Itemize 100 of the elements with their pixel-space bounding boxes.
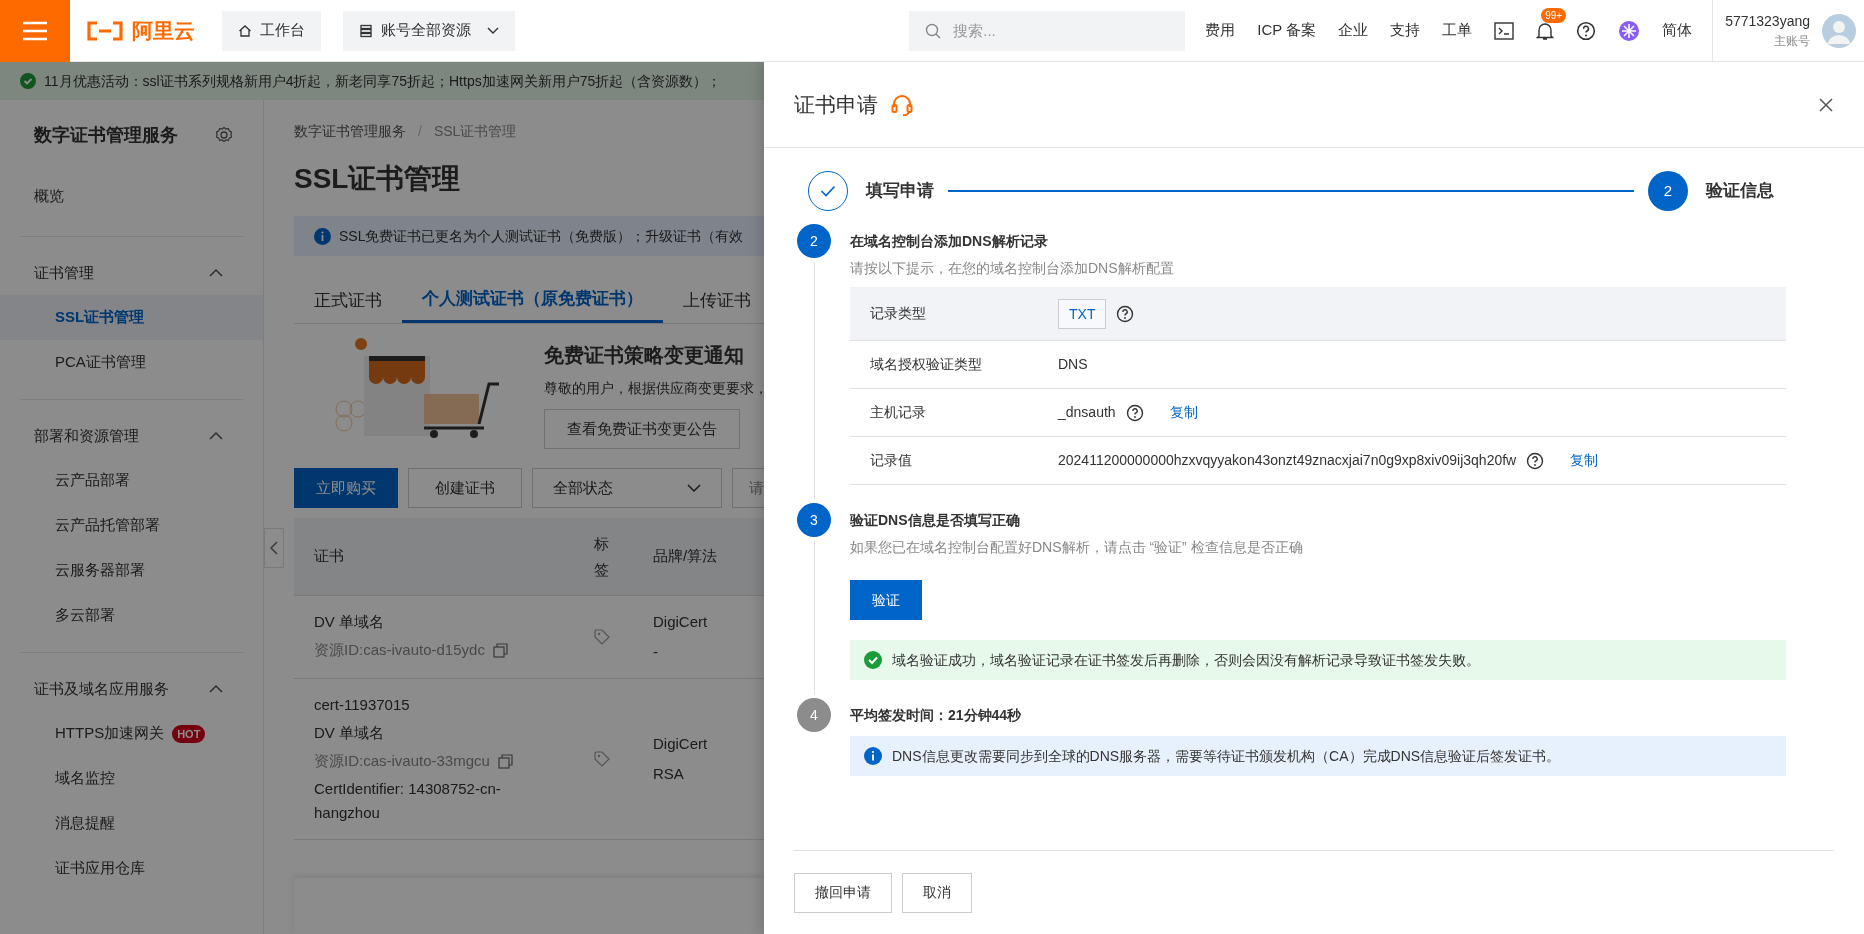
toolbar-button[interactable]: 立即购买 [294,468,398,508]
record-type-tag: TXT [1058,298,1107,329]
sidebar-item[interactable]: 云产品部署 [0,458,263,503]
alert-text: DNS信息更改需要同步到全球的DNS服务器，需要等待证书颁发机构（CA）完成DNS信息验证后签发证书。 [892,746,1561,766]
help-icon[interactable] [1526,451,1545,470]
sidebar-item[interactable]: PCA证书管理 [0,340,263,385]
copy-icon[interactable] [497,753,513,769]
promo-text: 11月优惠活动：ssl证书系列规格新用户4折起，新老同享75折起；Https加速网关新用户75折起（含资源数）； [44,71,722,91]
stack-icon [359,23,373,38]
sidebar-item[interactable]: 云服务器部署 [0,548,263,593]
tab[interactable]: 上传证书 [663,278,764,323]
sidebar-item[interactable]: 多云部署 [0,593,263,638]
check-circle-icon [20,73,36,89]
record-label: 域名授权验证类型 [869,355,983,374]
copy-icon[interactable] [492,642,508,658]
cert-text: DV 单域名 [314,723,385,743]
headset-icon[interactable] [890,92,914,117]
record-label: 记录类型 [869,304,927,323]
sidebar-item[interactable]: 域名监控 [0,756,263,801]
sidebar-item[interactable]: 云产品托管部署 [0,503,263,548]
footer-button[interactable]: 取消 [902,872,972,913]
brand-text: DigiCert [653,734,708,754]
sparkle-icon[interactable] [1618,19,1641,42]
brand-text: RSA [653,764,685,784]
top-link[interactable]: 企业 [1338,19,1369,42]
cert-text: cert-11937015 [314,695,411,715]
top-link[interactable]: 费用 [1205,19,1236,42]
sidebar-group[interactable]: 部署和资源管理 [20,414,243,458]
resource-id: 资源ID:cas-ivauto-d15ydc [314,640,485,660]
notification-badge: 99+ [1541,7,1567,23]
section-number: 2 [797,224,831,258]
status-select[interactable]: 全部状态 [532,468,722,508]
user-role: 主账号 [1774,33,1810,50]
check-circle-icon [864,651,882,669]
logo-text: 阿里云 [132,17,195,44]
toolbar-button[interactable]: 创建证书 [408,468,522,508]
brand-text: - [653,642,659,662]
section-title: 在域名控制台添加DNS解析记录 [850,232,1049,251]
tag-icon[interactable] [594,751,610,767]
language-link[interactable]: 简体 [1662,19,1693,42]
terminal-icon[interactable] [1494,21,1515,40]
sidebar-item[interactable]: 概览 [20,170,243,222]
tab[interactable]: 正式证书 [294,278,402,323]
chevron-up-icon [209,269,223,277]
cert-identifier: CertIdentifier: 14308752-cn-hangzhou [314,779,502,823]
help-icon[interactable] [1116,304,1135,323]
column-header: 品牌/算法 [653,546,718,567]
chevron-up-icon [209,685,223,693]
settings-icon[interactable] [215,126,233,144]
hot-badge: HOT [172,724,206,743]
sidebar-title: 数字证书管理服务 [34,123,178,147]
search-field[interactable]: 请 [732,468,764,508]
chevron-down-icon [487,26,499,35]
brand-text: DigiCert [653,612,708,632]
info-icon [314,227,331,245]
sidebar-group[interactable]: 证书管理 [20,251,243,295]
bell-icon[interactable] [1536,20,1555,41]
search-field[interactable]: 搜索... [909,10,1186,51]
column-header: 标签 [594,533,609,580]
info-icon [864,747,882,765]
sidebar-item[interactable]: 消息提醒 [0,801,263,846]
section-number: 3 [797,503,831,537]
chevron-up-icon [209,432,223,440]
nav-button[interactable]: 工作台 [222,10,321,51]
help-icon[interactable] [1576,20,1597,41]
close-icon[interactable] [1818,96,1834,113]
top-link[interactable]: 支持 [1390,19,1421,42]
home-icon [238,23,252,38]
section-number: 4 [797,698,831,732]
sidebar-group[interactable]: 证书及域名应用服务 [20,667,243,711]
promo-card-text: 尊敬的用户，根据供应商变更要求， [544,379,764,398]
logo-icon [86,20,124,41]
chevron-down-icon [687,484,701,492]
sidebar-item[interactable]: HTTPS加速网关 HOT [0,711,263,756]
breadcrumb-item[interactable]: SSL证书管理 [433,120,517,142]
menu-button[interactable] [0,0,70,62]
tab[interactable]: 个人测试证书（原免费证书） [402,278,663,323]
user-name[interactable]: 5771323yang [1725,11,1810,32]
tag-icon[interactable] [594,629,610,645]
search-icon [925,22,942,39]
sidebar-item[interactable]: SSL证书管理 [0,295,263,340]
record-label: 主机记录 [869,403,927,422]
notice-text: SSL免费证书已更名为个人测试证书（免费版）；升级证书（有效 [339,226,744,246]
breadcrumb-item[interactable]: 数字证书管理服务 [294,120,406,142]
announcement-button[interactable]: 查看免费证书变更公告 [544,409,740,449]
footer-button[interactable]: 撤回申请 [794,872,892,913]
nav-button[interactable]: 账号全部资源 [343,10,515,51]
copy-link[interactable]: 复制 [1570,450,1599,471]
top-link[interactable]: 工单 [1442,19,1473,42]
drawer-title: 证书申请 [794,91,878,118]
section-description: 如果您已在域名控制台配置好DNS解析，请点击 “验证” 检查信息是否正确 [850,538,1304,557]
step-label: 填写申请 [866,180,934,203]
copy-link[interactable]: 复制 [1169,402,1198,423]
verify-button[interactable]: 验证 [850,580,922,620]
menu-icon [22,20,48,41]
sidebar-item[interactable]: 证书应用仓库 [0,846,263,891]
top-link[interactable]: ICP 备案 [1257,19,1317,42]
record-value: DNS [1058,355,1088,374]
resource-id: 资源ID:cas-ivauto-33mgcu [314,751,490,771]
help-icon[interactable] [1125,403,1144,422]
